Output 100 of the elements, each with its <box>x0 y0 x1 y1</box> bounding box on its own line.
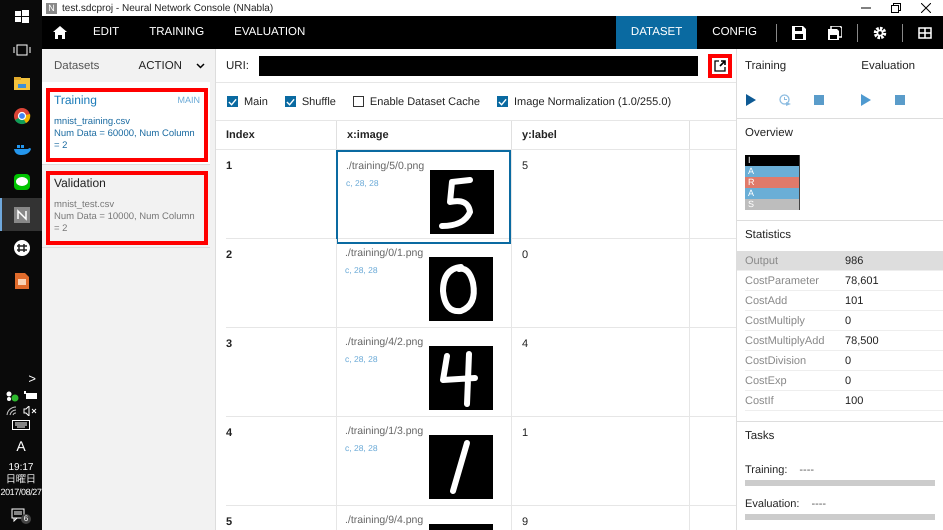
file-path: ./training/4/2.png <box>345 336 424 348</box>
taskbar-app-slot[interactable] <box>0 198 42 231</box>
digit-image <box>430 170 494 234</box>
dataset-name: Validation <box>54 176 106 190</box>
keyboard-icon[interactable] <box>12 420 30 430</box>
statistics-row[interactable]: CostParameter 78,601 <box>745 271 943 291</box>
check-icon <box>498 98 507 106</box>
statistics-row[interactable]: Output 986 <box>737 251 943 271</box>
table-cell: 0 <box>511 239 689 329</box>
app-icon[interactable] <box>13 206 31 224</box>
statistics-row[interactable]: CostAdd 101 <box>745 291 943 311</box>
column-header[interactable]: Index <box>226 121 336 149</box>
task-status: ---- <box>799 464 814 476</box>
statistics-row[interactable]: CostIf 100 <box>745 391 943 411</box>
checkbox[interactable] <box>496 96 508 107</box>
task-status: ---- <box>811 498 826 510</box>
statistics-row[interactable]: CostExp 0 <box>745 371 943 391</box>
dataset-item[interactable]: Validation mnist_test.csv Num Data = 10000, Num Column = 2 <box>42 165 210 248</box>
stat-value: 0 <box>845 314 852 326</box>
dimensions-label: c, 28, 28 <box>345 443 379 453</box>
close-icon[interactable] <box>921 3 931 13</box>
dimensions-label: c, 28, 28 <box>345 265 379 275</box>
windows-logo-icon[interactable] <box>13 8 31 26</box>
home-icon[interactable] <box>53 26 67 39</box>
table-cell-text: 2 <box>226 248 234 263</box>
clock-time[interactable]: 19:17 <box>8 462 34 474</box>
battery-icon[interactable] <box>24 391 38 401</box>
stat-name: CostAdd <box>745 294 788 306</box>
stat-name: Output <box>745 254 780 266</box>
action-dropdown[interactable]: ACTION <box>138 60 205 72</box>
chat-app-icon[interactable] <box>13 172 31 190</box>
statistics-row[interactable]: CostMultiplyAdd 78,500 <box>745 331 943 351</box>
dataset-info: Num Data = 60000, Num Column = 2 <box>54 128 196 152</box>
speaker-muted-icon[interactable] <box>22 406 36 416</box>
stat-name: CostParameter <box>745 274 820 286</box>
table-cell-text: 5 <box>226 515 234 530</box>
restore-icon[interactable] <box>891 3 901 13</box>
stat-name: CostIf <box>745 394 775 406</box>
table-cell-text: 4 <box>226 426 234 441</box>
menu-tab[interactable]: TRAINING <box>134 16 220 49</box>
app-icon: N <box>46 2 57 14</box>
statistics-row[interactable]: CostDivision 0 <box>745 351 943 371</box>
statistics-row[interactable]: CostMultiply 0 <box>745 311 943 331</box>
uri-field[interactable] <box>259 56 698 76</box>
section-title: Statistics <box>744 229 792 243</box>
menu-tab[interactable]: EVALUATION <box>219 16 320 49</box>
dataset-item[interactable]: Training MAIN mnist_training.csv Num Data = 60000, Num Column = 2 <box>42 82 210 165</box>
menu-tab[interactable]: DATASET <box>616 16 698 49</box>
input-mode-indicator[interactable]: A <box>16 438 26 454</box>
checkbox-label: Main <box>244 96 268 108</box>
network-diagram[interactable]: I A R A S <box>745 155 800 210</box>
open-external-icon <box>714 60 726 72</box>
image-cell[interactable]: ./training/4/2.png c, 28, 28 <box>336 328 511 418</box>
checkbox[interactable] <box>284 96 296 107</box>
stop-icon[interactable] <box>894 94 906 106</box>
uri-label: URI: <box>226 60 249 72</box>
dataset-file: mnist_test.csv <box>54 199 116 211</box>
checkbox[interactable] <box>227 96 238 107</box>
stat-name: CostExp <box>745 374 788 386</box>
presentation-icon[interactable] <box>13 272 31 290</box>
dataset-name: Training <box>54 93 97 107</box>
hash-icon[interactable] <box>13 238 31 256</box>
menu-tab[interactable]: CONFIG <box>697 16 772 49</box>
chevron-down-icon <box>196 62 205 68</box>
play-icon[interactable] <box>745 94 757 106</box>
play-icon[interactable] <box>860 94 872 106</box>
stat-name: CostMultiply <box>745 314 806 326</box>
table-cell: 9 <box>511 506 689 530</box>
image-cell[interactable]: ./training/5/0.png c, 28, 28 <box>336 150 511 244</box>
column-header[interactable]: y:label <box>511 121 689 149</box>
file-path: ./training/5/0.png <box>346 160 424 172</box>
main-tag: MAIN <box>178 95 200 105</box>
menu-tab[interactable]: EDIT <box>78 16 134 49</box>
checkbox[interactable] <box>352 96 364 107</box>
open-external-button[interactable] <box>708 54 732 78</box>
image-cell[interactable]: ./training/9/4.png <box>336 506 511 530</box>
section-label: Evaluation <box>861 60 915 72</box>
clock-date[interactable]: 2017/08/27 <box>0 486 42 498</box>
digit-image <box>429 346 494 410</box>
table-cell: 4 <box>511 328 689 418</box>
save-icon[interactable] <box>792 26 806 40</box>
layer-block[interactable]: I <box>745 155 799 166</box>
layout-icon[interactable] <box>918 26 932 40</box>
image-cell[interactable]: ./training/1/3.png c, 28, 28 <box>336 417 511 507</box>
notification-icon[interactable] <box>11 508 25 522</box>
file-path: ./training/9/4.png <box>345 514 424 526</box>
settings-icon[interactable] <box>873 26 887 40</box>
wifi-icon[interactable] <box>6 406 18 416</box>
stat-value: 100 <box>845 394 864 406</box>
save-all-icon[interactable] <box>828 26 842 40</box>
stat-value: 0 <box>845 354 852 366</box>
clock-weekday[interactable]: 日曜日 <box>6 474 36 486</box>
column-header[interactable]: x:image <box>336 121 511 149</box>
chrome-icon[interactable] <box>13 106 31 124</box>
stop-icon[interactable] <box>813 94 825 106</box>
show-hidden-icons-button[interactable]: > <box>28 371 36 386</box>
image-cell[interactable]: ./training/0/1.png c, 28, 28 <box>336 239 511 329</box>
digit-image <box>429 257 494 321</box>
file-path: ./training/1/3.png <box>345 425 424 437</box>
check-icon <box>228 98 237 106</box>
